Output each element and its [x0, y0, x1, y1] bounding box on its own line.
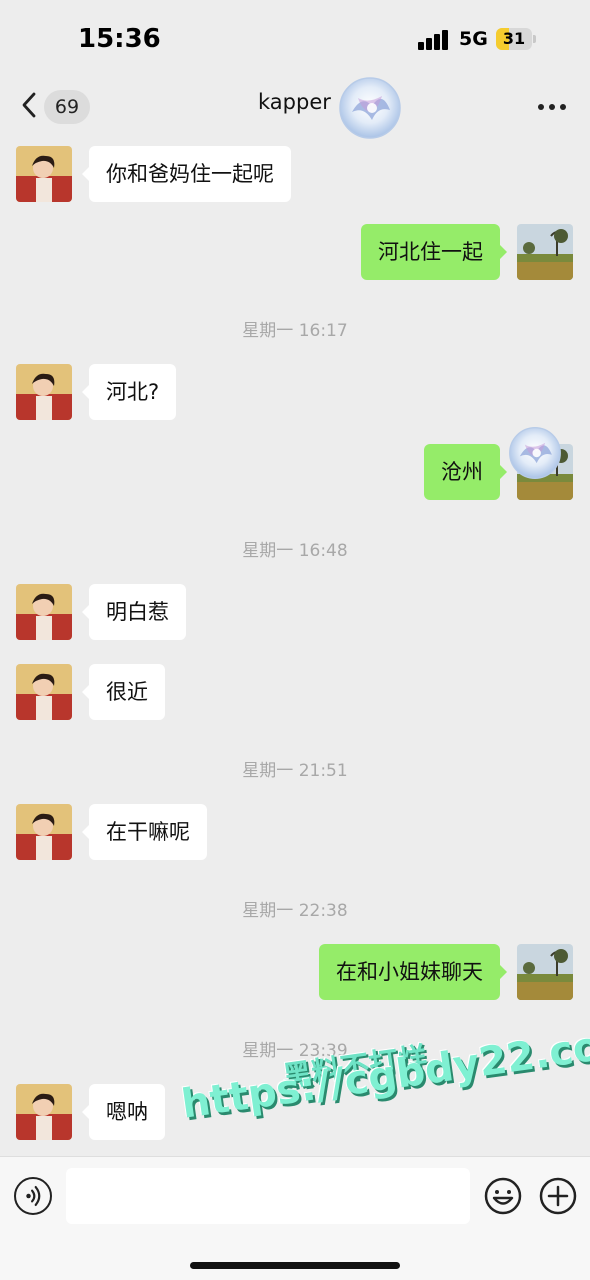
battery-level: 31	[502, 29, 526, 48]
timestamp: 星期一 21:51	[242, 761, 348, 781]
timestamp: 星期一 16:48	[242, 541, 348, 561]
message-row: 你和爸妈住一起呢	[0, 146, 590, 202]
signal-bars-icon	[418, 30, 450, 50]
unread-count-badge[interactable]: 69	[44, 90, 90, 124]
chat-title[interactable]: kapper	[258, 90, 331, 114]
status-time: 15:36	[78, 24, 161, 54]
outgoing-message[interactable]: 在和小姐妹聊天	[319, 944, 507, 1000]
contact-avatar[interactable]	[16, 664, 72, 720]
incoming-message[interactable]: 你和爸妈住一起呢	[82, 146, 291, 202]
contact-avatar[interactable]	[16, 804, 72, 860]
emoji-icon[interactable]	[484, 1177, 522, 1215]
incoming-message[interactable]: 嗯呐	[82, 1084, 165, 1140]
incoming-message[interactable]: 明白惹	[82, 584, 186, 640]
network-label: 5G	[459, 28, 488, 50]
message-row: 河北住一起	[0, 224, 590, 280]
status-bar: 15:36 5G 31	[0, 0, 590, 80]
message-row: 沧州	[0, 444, 590, 500]
message-input[interactable]	[66, 1168, 470, 1224]
message-row: 河北?	[0, 364, 590, 420]
message-row: 明白惹	[0, 584, 590, 640]
chat-header: 69 kapper	[0, 76, 590, 140]
message-row: 在干嘛呢	[0, 804, 590, 860]
more-dots-icon[interactable]	[538, 104, 566, 110]
message-list[interactable]: 你和爸妈住一起呢 河北住一起 星期一 16:17 河北? 沧州 星期一 16:4…	[0, 138, 590, 1156]
incoming-message[interactable]: 很近	[82, 664, 165, 720]
home-indicator[interactable]	[190, 1262, 400, 1269]
my-avatar[interactable]	[517, 224, 573, 280]
contact-avatar[interactable]	[16, 1084, 72, 1140]
timestamp: 星期一 16:17	[242, 321, 348, 341]
outgoing-message[interactable]: 河北住一起	[361, 224, 507, 280]
message-row: 很近	[0, 664, 590, 720]
message-row: 在和小姐妹聊天	[0, 944, 590, 1000]
sticker-orb-icon	[509, 427, 561, 479]
contact-status-avatar[interactable]	[338, 76, 402, 140]
incoming-message[interactable]: 在干嘛呢	[82, 804, 207, 860]
contact-avatar[interactable]	[16, 584, 72, 640]
plus-icon[interactable]	[539, 1177, 577, 1215]
outgoing-message[interactable]: 沧州	[424, 444, 507, 500]
incoming-message[interactable]: 河北?	[81, 364, 177, 420]
battery-icon: 31	[496, 28, 536, 50]
timestamp: 星期一 22:38	[242, 901, 348, 921]
my-avatar[interactable]	[517, 944, 573, 1000]
voice-icon[interactable]	[14, 1177, 52, 1215]
contact-avatar[interactable]	[16, 146, 72, 202]
chevron-left-icon[interactable]	[18, 90, 40, 120]
contact-avatar[interactable]	[16, 364, 72, 420]
